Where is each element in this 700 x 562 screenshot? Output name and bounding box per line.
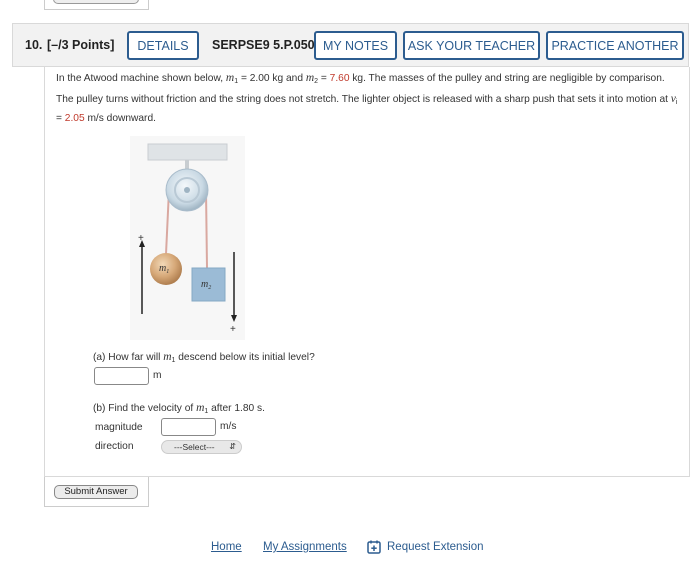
plus-up-label: +	[138, 233, 144, 244]
direction-selected-value: ---Select---	[174, 442, 215, 452]
previous-submit-button[interactable]	[53, 0, 139, 4]
part-b-text-1: (b) Find the velocity of	[93, 403, 197, 414]
atwood-machine-figure: m1 m2 + +	[130, 136, 245, 340]
problem-statement: In the Atwood machine shown below, m1 = …	[56, 70, 680, 128]
practice-another-button[interactable]: PRACTICE ANOTHER	[546, 31, 684, 60]
vi-value: 2.05	[64, 113, 85, 124]
ceiling-support	[147, 143, 228, 161]
m1-symbol: m	[225, 72, 235, 84]
part-a-answer-input[interactable]	[94, 367, 149, 385]
direction-select[interactable]: ---Select--- ⇵	[161, 440, 242, 454]
plus-down-label: +	[230, 324, 236, 335]
part-b-text-2: after 1.80 s.	[208, 403, 265, 414]
my-notes-button[interactable]: MY NOTES	[314, 31, 397, 60]
question-number: 10.	[25, 38, 43, 52]
problem-text-6: m/s downward.	[84, 113, 156, 124]
question-code: SERPSE9 5.P.050.	[212, 38, 319, 52]
question-points: [–/3 Points]	[47, 38, 115, 52]
string-right	[205, 189, 208, 269]
direction-label: direction	[95, 441, 134, 452]
part-a-question: (a) How far will m1 descend below its in…	[93, 351, 315, 364]
submit-answer-button[interactable]: Submit Answer	[54, 485, 138, 499]
m2-symbol: m	[305, 72, 315, 84]
ask-your-teacher-button[interactable]: ASK YOUR TEACHER	[403, 31, 540, 60]
request-extension-link[interactable]: Request Extension	[387, 541, 484, 553]
question-header: 10. [–/3 Points] DETAILS SERPSE9 5.P.050…	[12, 23, 689, 67]
pulley-axle	[184, 187, 190, 193]
part-a-text-2: descend below its initial level?	[175, 352, 315, 363]
m2-value: 7.60	[329, 73, 350, 84]
problem-text-2: = 2.00 kg and	[238, 73, 306, 84]
calendar-plus-icon[interactable]	[367, 540, 381, 554]
part-a-m1-symbol: m	[163, 351, 172, 363]
vi-subscript: i	[675, 98, 678, 106]
problem-text-3: =	[318, 73, 330, 84]
problem-text-5: =	[56, 113, 65, 124]
magnitude-input[interactable]	[161, 418, 216, 436]
details-button[interactable]: DETAILS	[127, 31, 199, 60]
part-a-unit: m	[153, 370, 162, 381]
part-b-question: (b) Find the velocity of m1 after 1.80 s…	[93, 402, 265, 415]
magnitude-label: magnitude	[95, 422, 143, 433]
magnitude-unit: m/s	[220, 421, 237, 432]
problem-text-1: In the Atwood machine shown below,	[56, 73, 226, 84]
my-assignments-link[interactable]: My Assignments	[263, 541, 347, 553]
select-caret-icon: ⇵	[229, 442, 236, 451]
part-a-text-1: (a) How far will	[93, 352, 164, 363]
home-link[interactable]: Home	[211, 541, 242, 553]
